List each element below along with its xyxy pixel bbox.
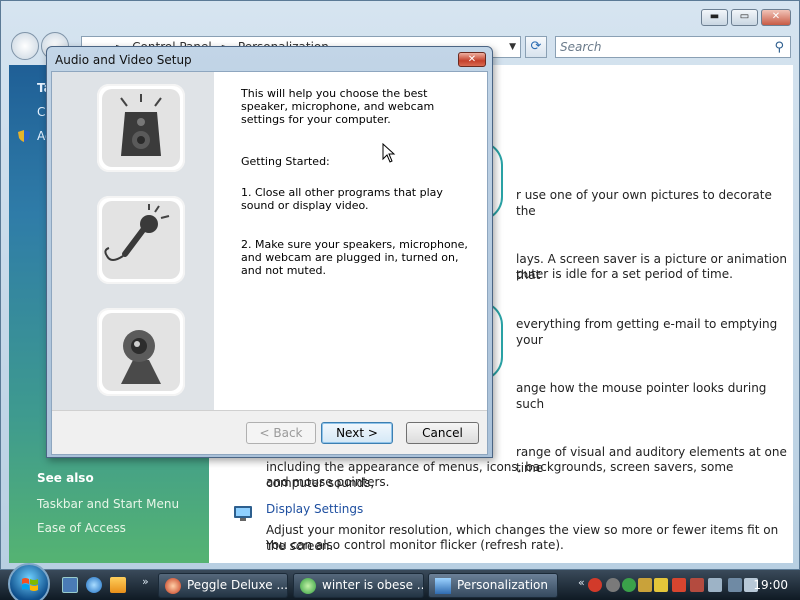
tray-folder-icon[interactable] [654, 578, 668, 592]
taskbar: » Peggle Deluxe ... winter is obese ... … [0, 563, 800, 600]
back-button[interactable]: < Back [246, 422, 316, 444]
screen-saver-desc-2: puter is idle for a set period of time. [516, 267, 733, 281]
taskbar-item-label: Personalization [457, 578, 548, 592]
microphone-icon [104, 204, 170, 261]
tray-device-icon[interactable] [708, 578, 722, 592]
messenger-tray-icon[interactable] [622, 578, 636, 592]
maximize-button[interactable]: ▭ [731, 9, 758, 26]
uac-shield-icon [18, 130, 30, 142]
internet-explorer-icon[interactable] [86, 577, 102, 593]
sidebar-link-taskbar[interactable]: Taskbar and Start Menu [37, 497, 179, 511]
tray-app-icon[interactable] [606, 578, 620, 592]
minimize-button[interactable]: ▬ [701, 9, 728, 26]
webcam-icon [121, 330, 161, 384]
dialog-button-bar: < Back Next > Cancel [52, 410, 487, 454]
audio-video-setup-dialog: Audio and Video Setup ✕ This will help y… [46, 46, 493, 458]
tray-expand-icon[interactable]: « [578, 576, 585, 589]
search-input[interactable]: Search ⚲ [555, 36, 791, 58]
address-dropdown-icon[interactable]: ▼ [509, 37, 516, 57]
monitor-icon [234, 506, 252, 521]
theme-desc-3: and mouse pointers. [266, 475, 390, 489]
control-panel-icon [435, 578, 451, 594]
getting-started-heading: Getting Started: [241, 155, 330, 168]
search-icon[interactable]: ⚲ [774, 38, 784, 58]
next-button[interactable]: Next > [321, 422, 393, 444]
taskbar-item-label: winter is obese ... [322, 578, 424, 592]
security-alert-icon[interactable] [588, 578, 602, 592]
dialog-illustration-panel [52, 72, 214, 410]
clock[interactable]: 19:00 [753, 578, 788, 592]
dialog-close-button[interactable]: ✕ [458, 52, 486, 67]
quick-launch-more-icon[interactable]: » [142, 575, 149, 588]
desktop-background-desc: r use one of your own pictures to decora… [516, 188, 772, 218]
intro-text: This will help you choose the best speak… [241, 87, 435, 126]
speaker-icon [120, 94, 162, 156]
step-1-text: 1. Close all other programs that play so… [241, 186, 443, 212]
search-placeholder: Search [560, 40, 602, 54]
mouse-pointers-desc: ange how the mouse pointer looks during … [516, 381, 767, 411]
window-title-buttons: ▬ ▭ ✕ [701, 9, 791, 26]
taskbar-item-messenger[interactable]: winter is obese ... [293, 573, 424, 598]
system-tray: « 19:00 [578, 570, 800, 600]
messenger-icon [300, 578, 316, 594]
show-desktop-icon[interactable] [62, 577, 78, 593]
taskbar-item-peggle[interactable]: Peggle Deluxe ... [158, 573, 288, 598]
display-settings-link[interactable]: Display Settings [266, 502, 363, 516]
tray-media-icon[interactable] [672, 578, 686, 592]
windows-logo-icon [22, 578, 38, 591]
see-also-heading: See also [37, 471, 94, 485]
cancel-button[interactable]: Cancel [406, 422, 479, 444]
tray-alert-icon[interactable] [690, 578, 704, 592]
taskbar-item-label: Peggle Deluxe ... [187, 578, 288, 592]
sidebar-link-ease-of-access[interactable]: Ease of Access [37, 521, 126, 535]
back-button[interactable] [11, 32, 39, 60]
refresh-button[interactable]: ⟳ [525, 36, 547, 58]
step-2-text: 2. Make sure your speakers, microphone, … [241, 238, 468, 277]
network-icon[interactable] [728, 578, 742, 592]
mouse-cursor-icon [382, 143, 396, 163]
microphone-card [97, 196, 185, 284]
dialog-text-panel: This will help you choose the best speak… [214, 72, 487, 410]
close-button[interactable]: ✕ [761, 9, 791, 26]
peggle-icon [165, 578, 181, 594]
dialog-title: Audio and Video Setup [55, 53, 192, 67]
dialog-body: This will help you choose the best speak… [51, 71, 488, 455]
taskbar-item-personalization[interactable]: Personalization [428, 573, 558, 598]
speaker-card [97, 84, 185, 172]
display-settings-desc-2: You can also control monitor flicker (re… [266, 538, 564, 552]
start-button[interactable] [8, 563, 50, 600]
sounds-desc: everything from getting e-mail to emptyi… [516, 317, 778, 347]
media-player-icon[interactable] [110, 577, 126, 593]
tray-utility-icon[interactable] [638, 578, 652, 592]
webcam-card [97, 308, 185, 396]
